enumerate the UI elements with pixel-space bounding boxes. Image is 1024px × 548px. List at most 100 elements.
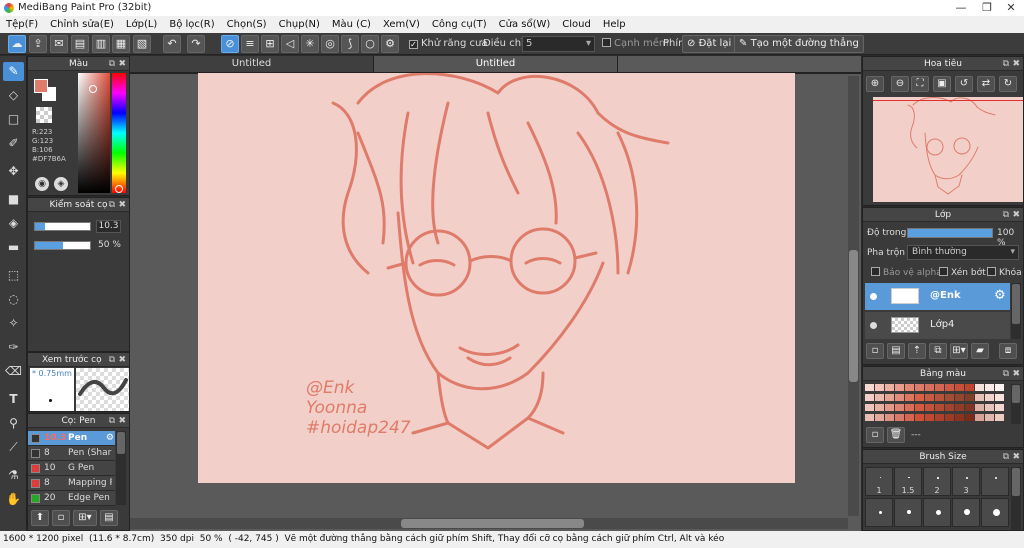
- antialias-toggle[interactable]: ✓ Khử răng cưa: [409, 36, 487, 52]
- clipping-checkbox[interactable]: [939, 267, 948, 276]
- brush-list-item[interactable]: 20 Edge Pen: [28, 491, 115, 506]
- parallel-snap-icon[interactable]: ≡: [241, 35, 259, 53]
- rotate-right-icon[interactable]: ↻: [999, 76, 1017, 92]
- brush-size-cell[interactable]: 1.5: [894, 467, 922, 496]
- layer-add-menu-icon[interactable]: ⊞▾: [950, 343, 968, 359]
- detach-icon[interactable]: ⧉: [109, 198, 115, 212]
- palette-swatch[interactable]: [865, 414, 874, 421]
- detach-icon[interactable]: ⧉: [1003, 57, 1009, 71]
- palette-swatch[interactable]: [865, 384, 874, 391]
- new-swatch-icon[interactable]: ▫: [866, 427, 884, 443]
- palette-swatch[interactable]: [975, 404, 984, 411]
- menu-color[interactable]: Màu (C): [326, 16, 377, 33]
- palette-swatch[interactable]: [885, 414, 894, 421]
- close-panel-icon[interactable]: ✖: [1012, 367, 1020, 381]
- straight-line-button[interactable]: ✎ Tạo một đường thẳng: [734, 35, 864, 53]
- detach-icon[interactable]: ⧉: [109, 353, 115, 367]
- brush-list-item[interactable]: 10 G Pen: [28, 461, 115, 476]
- new-layer-icon[interactable]: ▫: [866, 343, 884, 359]
- palette-swatch[interactable]: [935, 394, 944, 401]
- grid-page-icon[interactable]: ▦: [112, 35, 130, 53]
- palette-swatch[interactable]: [865, 404, 874, 411]
- navigator-thumbnail[interactable]: [873, 97, 1023, 202]
- brush-size-cell[interactable]: [981, 467, 1009, 496]
- gradient-tool-icon[interactable]: ▬: [3, 238, 24, 257]
- menu-layer[interactable]: Lớp(L): [120, 16, 163, 33]
- close-panel-icon[interactable]: ✖: [1012, 57, 1020, 71]
- clipping-toggle[interactable]: Xén bớt: [939, 267, 986, 278]
- palette-swatch[interactable]: [955, 394, 964, 401]
- palette-swatch[interactable]: [955, 414, 964, 421]
- protect-alpha-checkbox[interactable]: [871, 267, 880, 276]
- tab-untitled-2[interactable]: Untitled: [374, 56, 618, 72]
- brush-size-cell[interactable]: 1: [865, 467, 893, 496]
- close-panel-icon[interactable]: ✖: [1012, 450, 1020, 464]
- layer-scroll-thumb[interactable]: [1012, 284, 1020, 324]
- palette-swatch[interactable]: [905, 404, 914, 411]
- palette-swatch[interactable]: [975, 384, 984, 391]
- eye-icon[interactable]: [870, 293, 877, 300]
- cloud-icon[interactable]: ☁: [8, 35, 26, 53]
- menu-capture[interactable]: Chụp(N): [273, 16, 326, 33]
- lock-toggle[interactable]: Khóa: [987, 267, 1022, 278]
- brush-size-cell[interactable]: 2: [923, 467, 951, 496]
- snap-settings-icon[interactable]: ⚙: [381, 35, 399, 53]
- palette-swatch[interactable]: [955, 384, 964, 391]
- palette-swatch[interactable]: [945, 384, 954, 391]
- rotate-left-icon[interactable]: ↺: [955, 76, 973, 92]
- zoom-out-icon[interactable]: ⊖: [891, 76, 909, 92]
- palette-swatch[interactable]: [895, 394, 904, 401]
- palette-swatch[interactable]: [985, 404, 994, 411]
- palette-swatch[interactable]: [905, 384, 914, 391]
- brush-size-scroll-thumb[interactable]: [1012, 468, 1020, 496]
- perspective-snap-icon[interactable]: ◁: [281, 35, 299, 53]
- brush-list-scroll-thumb[interactable]: [117, 432, 125, 454]
- saturation-value-picker[interactable]: [78, 73, 110, 193]
- palette-swatch[interactable]: [935, 384, 944, 391]
- select-rect-icon[interactable]: ⬚: [3, 266, 24, 285]
- palette-swatch[interactable]: [905, 414, 914, 421]
- detach-icon[interactable]: ⧉: [109, 57, 115, 71]
- brush-new-icon[interactable]: ▫: [52, 510, 70, 526]
- brush-size-slider[interactable]: [34, 222, 91, 231]
- palette-scroll-thumb[interactable]: [1012, 385, 1020, 403]
- bucket-tool-icon[interactable]: ◈: [3, 214, 24, 233]
- eyedropper-tool-icon[interactable]: ⚗: [3, 466, 24, 485]
- curve-snap-icon[interactable]: ⟆: [341, 35, 359, 53]
- brush-tool-icon[interactable]: ✎: [3, 62, 24, 81]
- radial-snap-icon[interactable]: ✳: [301, 35, 319, 53]
- close-panel-icon[interactable]: ✖: [118, 198, 126, 212]
- palette-swatch[interactable]: [925, 414, 934, 421]
- actual-size-icon[interactable]: ▣: [933, 76, 951, 92]
- palette-swatch[interactable]: [865, 394, 874, 401]
- layer-settings-icon[interactable]: ⚙: [994, 288, 1006, 303]
- palette-swatch[interactable]: [915, 414, 924, 421]
- palette-swatch[interactable]: [995, 384, 1004, 391]
- page-list-icon[interactable]: ▧: [133, 35, 151, 53]
- palette-swatch[interactable]: [995, 404, 1004, 411]
- blur-tool-icon[interactable]: ✐: [3, 134, 24, 153]
- vertical-scrollbar[interactable]: [848, 76, 859, 516]
- lasso-tool-icon[interactable]: ◌: [3, 290, 24, 309]
- brush-settings-icon[interactable]: ▤: [100, 510, 118, 526]
- horizontal-scroll-thumb[interactable]: [401, 519, 584, 528]
- brush-size-cell[interactable]: [865, 498, 893, 527]
- palette-swatch[interactable]: [905, 394, 914, 401]
- blend-mode-select[interactable]: Bình thường ▾: [907, 245, 1019, 260]
- detach-icon[interactable]: ⧉: [109, 414, 115, 428]
- vertical-scroll-thumb[interactable]: [849, 250, 858, 382]
- detach-icon[interactable]: ⧉: [1003, 367, 1009, 381]
- brush-size-cell[interactable]: 3: [952, 467, 980, 496]
- palette-swatch[interactable]: [925, 404, 934, 411]
- palette-swatch[interactable]: [965, 394, 974, 401]
- menu-view[interactable]: Xem(V): [377, 16, 426, 33]
- layer-row-enk[interactable]: @Enk ⚙: [865, 283, 1010, 310]
- layer-opacity-slider[interactable]: [907, 228, 993, 238]
- brush-add-icon[interactable]: ⊞▾: [73, 510, 97, 526]
- select-eraser-icon[interactable]: ⌫: [3, 362, 24, 381]
- palette-scrollbar[interactable]: [1011, 384, 1021, 424]
- menu-edit[interactable]: Chỉnh sửa(E): [44, 16, 120, 33]
- primary-color-swatch[interactable]: [34, 79, 48, 93]
- brush-size-cell[interactable]: [894, 498, 922, 527]
- palette-swatch[interactable]: [945, 404, 954, 411]
